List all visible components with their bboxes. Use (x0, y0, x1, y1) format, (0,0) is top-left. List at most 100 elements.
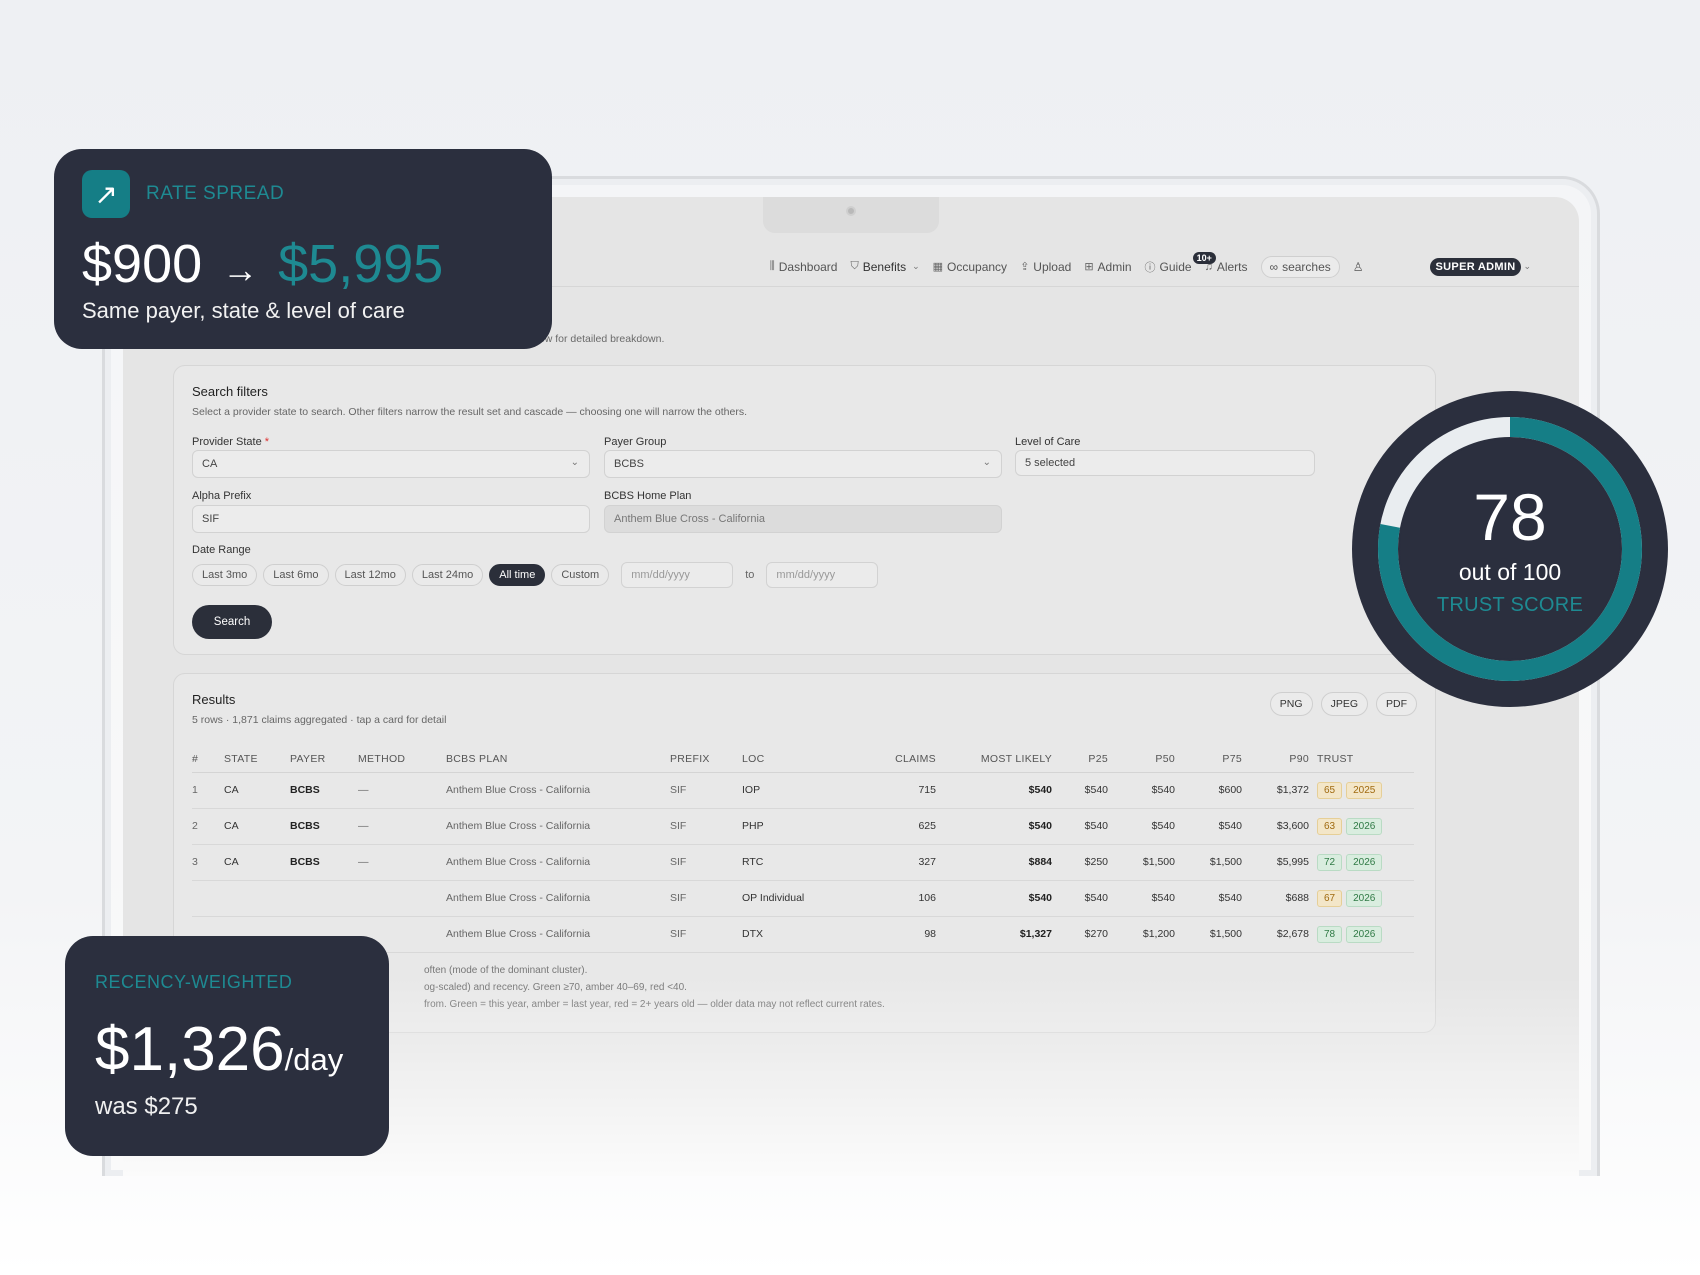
cell-most-likely: $540 (944, 772, 1060, 809)
table-row[interactable]: 1 CA BCBS — Anthem Blue Cross - California SI… (192, 772, 1414, 809)
chevron-down-icon[interactable]: ⌄ (1523, 261, 1531, 272)
cell-prefix: SIF (670, 880, 742, 917)
camera-icon (846, 206, 856, 216)
recency-unit: /day (284, 1042, 344, 1077)
chevron-down-icon: ⌄ (982, 457, 991, 468)
nav-item-dashboard[interactable]: ⫼ Dashboard (770, 260, 838, 274)
cell-loc: DTX (742, 916, 852, 953)
recency-was: was $275 (95, 1093, 198, 1120)
cell-loc: OP Individual (742, 880, 852, 917)
trust-badge: 63 (1317, 817, 1343, 835)
cell-p75: $1,500 (1183, 844, 1250, 881)
cell-loc: PHP (742, 808, 852, 845)
alpha-prefix-input[interactable]: SIF (192, 505, 590, 533)
cell-prefix: SIF (670, 808, 742, 845)
role-badge[interactable]: SUPER ADMIN (1429, 257, 1522, 276)
alerts-badge: 10+ (1192, 251, 1216, 264)
trust-score-label: TRUST SCORE (1436, 594, 1584, 616)
nav-item-label: Occupancy (947, 259, 1008, 274)
cell-p50: $1,200 (1116, 916, 1183, 953)
filters-title: Search filters (192, 384, 268, 399)
cell-claims: 625 (852, 808, 944, 845)
column-header: P50 (1116, 746, 1183, 773)
table-row[interactable]: Anthem Blue Cross - California SIF OP Indi… (192, 880, 1414, 917)
cell-n: 2 (192, 808, 224, 845)
cell-payer: BCBS (290, 772, 358, 809)
footnote: often (mode of the dominant cluster). (424, 965, 588, 976)
searches-counter[interactable]: ∞ searches (1260, 255, 1340, 278)
column-header: # (192, 746, 224, 773)
cell-most-likely: $540 (944, 808, 1060, 845)
user-icon[interactable]: ♙ (1353, 260, 1364, 274)
bcbs-home-plan-label: BCBS Home Plan (604, 490, 692, 502)
grid-icon: ⊞ (1084, 261, 1094, 273)
column-header: METHOD (358, 746, 446, 773)
nav-item-guide[interactable]: ⓘ Guide (1145, 259, 1192, 275)
date-from-input[interactable]: mm/dd/yyyy (621, 562, 734, 588)
cell-loc: RTC (742, 844, 852, 881)
search-button[interactable]: Search (192, 605, 272, 639)
results-title: Results (192, 692, 236, 707)
cell-p90: $688 (1250, 880, 1317, 917)
date-chip-custom[interactable]: Custom (551, 564, 610, 586)
year-badge: 2025 (1346, 781, 1383, 799)
cell-trust: 67 2026 (1317, 880, 1414, 917)
date-chip-all-time[interactable]: All time (489, 564, 546, 586)
nav-item-admin[interactable]: ⊞ Admin (1084, 260, 1131, 274)
cell-p25: $250 (1060, 844, 1116, 881)
date-chip-last-3mo[interactable]: Last 3mo (192, 564, 258, 586)
trust-badge: 78 (1317, 925, 1343, 943)
date-chip-last-24mo[interactable]: Last 24mo (411, 564, 484, 586)
date-chip-last-6mo[interactable]: Last 6mo (263, 564, 329, 586)
level-of-care-label: Level of Care (1015, 436, 1081, 448)
provider-state-select[interactable]: CA ⌄ (192, 450, 590, 478)
trust-badge: 72 (1317, 853, 1343, 871)
footnote: from. Green = this year, amber = last ye… (424, 999, 885, 1010)
cell-claims: 327 (852, 844, 944, 881)
filters-description: Select a provider state to search. Other… (192, 406, 748, 418)
cell-p50: $540 (1116, 880, 1183, 917)
cell-p75: $540 (1183, 880, 1250, 917)
cell-p25: $270 (1060, 916, 1116, 953)
export-png-button[interactable]: PNG (1269, 692, 1313, 716)
recency-label: RECENCY-WEIGHTED (95, 972, 293, 992)
help-icon: ⓘ (1144, 261, 1156, 274)
required-mark: * (264, 436, 270, 448)
column-header: STATE (224, 746, 290, 773)
column-header: TRUST (1317, 746, 1414, 773)
nav-item-upload[interactable]: ⇪ Upload (1020, 260, 1071, 274)
cell-payer: BCBS (290, 844, 358, 881)
nav-item-alerts[interactable]: 10+ ♫ Alerts (1192, 251, 1248, 274)
cell-plan: Anthem Blue Cross - California (446, 808, 670, 845)
cell-most-likely: $540 (944, 880, 1060, 917)
cell-p90: $5,995 (1250, 844, 1317, 881)
table-header-row: # STATE PAYER METHOD BCBS PLAN PREFIX LOC CLAIM… (192, 746, 1414, 773)
camera-notch (763, 197, 939, 233)
nav-item-label: Upload (1033, 259, 1072, 274)
cell-n: 1 (192, 772, 224, 809)
cell-plan: Anthem Blue Cross - California (446, 772, 670, 809)
date-to-input[interactable]: mm/dd/yyyy (766, 562, 879, 588)
column-header: P25 (1060, 746, 1116, 773)
cell-claims: 98 (852, 916, 944, 953)
cell-p75: $540 (1183, 808, 1250, 845)
bar-chart-icon: ⫼ (769, 260, 775, 272)
table-row[interactable]: 2 CA BCBS — Anthem Blue Cross - California SI… (192, 808, 1414, 845)
rate-spread-values: $900 → $5,995 (82, 233, 443, 295)
table-row[interactable]: 3 CA BCBS — Anthem Blue Cross - California SI… (192, 844, 1414, 881)
cell-method: — (358, 772, 446, 809)
bcbs-home-plan-input: Anthem Blue Cross - California (604, 505, 1002, 533)
year-badge: 2026 (1346, 853, 1383, 871)
nav-item-benefits[interactable]: ⛉ Benefits ⌄ (850, 260, 919, 274)
calendar-icon: ▦ (932, 261, 944, 273)
results-summary: 5 rows · 1,871 claims aggregated · tap a… (192, 714, 447, 726)
nav-item-label: Admin (1097, 259, 1132, 274)
nav-item-occupancy[interactable]: ▦ Occupancy (933, 260, 1007, 274)
level-of-care-select[interactable]: 5 selected (1015, 450, 1315, 476)
footnote: og-scaled) and recency. Green ≥70, amber… (424, 982, 687, 993)
upload-icon: ⇪ (1020, 261, 1030, 273)
cell-state: CA (224, 808, 290, 845)
date-chip-last-12mo[interactable]: Last 12mo (334, 564, 406, 586)
payer-group-select[interactable]: BCBS ⌄ (604, 450, 1002, 478)
date-to-label: to (745, 569, 755, 581)
